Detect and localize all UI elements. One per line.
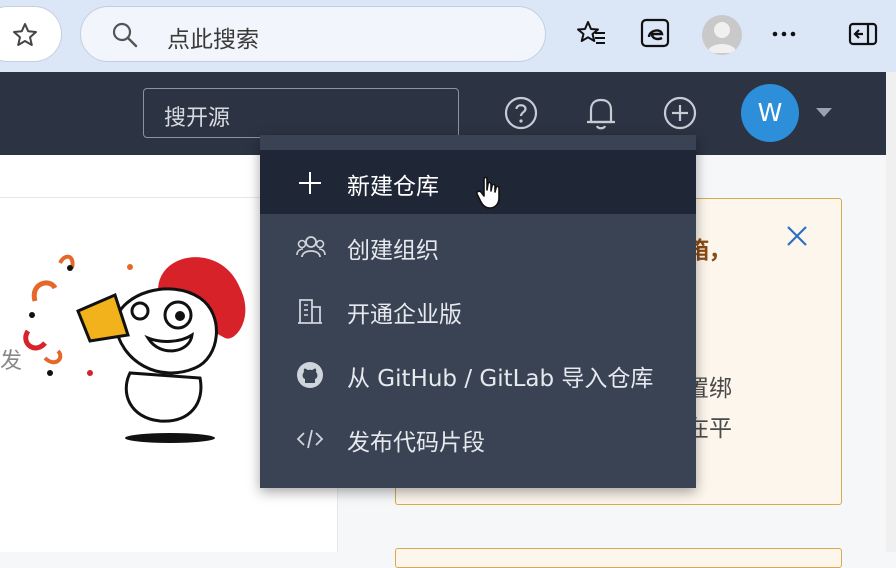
- menu-item-create-org[interactable]: 创建组织: [260, 214, 696, 278]
- search-icon: [112, 22, 138, 48]
- favorites-icon[interactable]: [575, 18, 607, 50]
- menu-item-label: 从 GitHub / GitLab 导入仓库: [347, 366, 654, 392]
- more-icon[interactable]: [771, 18, 799, 50]
- mascot-illustration: [23, 254, 246, 443]
- building-icon: [298, 299, 322, 324]
- bell-icon[interactable]: [584, 94, 618, 132]
- address-placeholder: 点此搜索: [167, 27, 259, 53]
- notice-panel-secondary: [395, 548, 842, 568]
- sidebar-icon[interactable]: [847, 18, 879, 50]
- menu-item-label: 新建仓库: [347, 174, 439, 200]
- help-icon[interactable]: [503, 95, 539, 131]
- chevron-down-icon[interactable]: [816, 108, 832, 117]
- address-bar[interactable]: 点此搜索: [80, 6, 546, 62]
- menu-item-label: 创建组织: [347, 238, 439, 264]
- favorite-tab[interactable]: [0, 6, 62, 62]
- group-icon: [296, 236, 326, 258]
- menu-arrow-area: [260, 135, 696, 149]
- code-icon: [296, 429, 324, 449]
- star-icon[interactable]: [11, 21, 39, 49]
- menu-item-import-repo[interactable]: 从 GitHub / GitLab 导入仓库: [260, 342, 696, 406]
- site-search-placeholder: 搜开源: [164, 106, 231, 131]
- menu-item-label: 开通企业版: [347, 302, 462, 328]
- page-scrollbar[interactable]: [886, 72, 896, 552]
- site-search-input[interactable]: 搜开源: [143, 88, 459, 138]
- hand-cursor-icon: [476, 176, 500, 209]
- partial-text: 发: [0, 349, 23, 374]
- plus-circle-icon[interactable]: [662, 95, 698, 131]
- menu-item-label: 发布代码片段: [347, 430, 485, 456]
- plus-icon: [299, 172, 321, 194]
- menu-item-publish-snippet[interactable]: 发布代码片段: [260, 406, 696, 470]
- browser-toolbar: 点此搜索: [0, 0, 896, 72]
- menu-item-enterprise[interactable]: 开通企业版: [260, 278, 696, 342]
- github-icon: [297, 362, 323, 388]
- user-avatar[interactable]: W: [741, 84, 799, 142]
- close-icon[interactable]: [784, 223, 810, 249]
- edge-icon[interactable]: [640, 18, 672, 50]
- profile-icon[interactable]: [702, 15, 742, 55]
